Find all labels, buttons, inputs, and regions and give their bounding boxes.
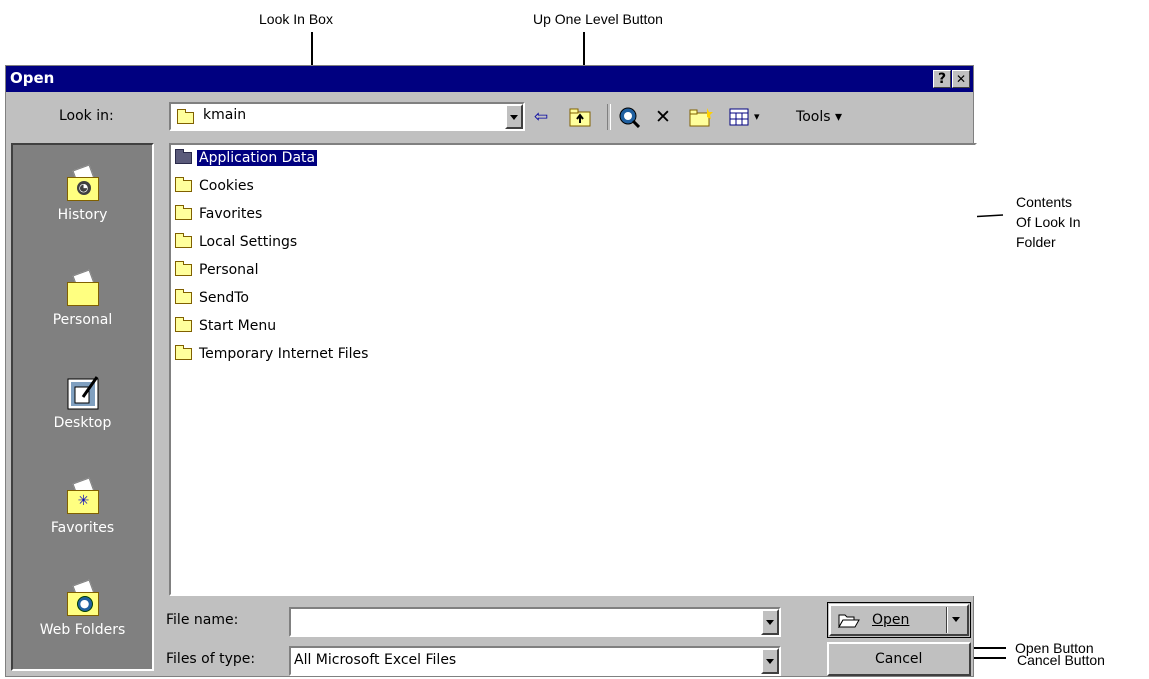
history-icon: ◔ [65,164,101,201]
title-bar[interactable]: Open ? ✕ [6,66,973,92]
open-button[interactable]: Open [827,602,971,638]
cancel-button-label: Cancel [875,651,923,667]
create-new-folder-button[interactable] [688,106,714,128]
folder-icon [175,261,192,276]
folder-icon [175,345,192,360]
file-name: Application Data [195,149,319,167]
back-button[interactable]: ⇦ [530,106,552,128]
folder-icon [175,289,192,304]
open-folder-icon [838,614,860,628]
file-type-value: All Microsoft Excel Files [294,652,457,668]
place-personal-label: Personal [52,312,113,328]
file-name: SendTo [199,290,249,306]
back-arrow-icon: ⇦ [533,107,549,127]
place-history-label: History [57,207,108,223]
tools-menu-button[interactable]: Tools ▾ [787,106,851,128]
file-list[interactable]: Application Data Cookies Favorites Local… [169,143,977,596]
up-one-level-button[interactable] [568,106,592,128]
places-bar: ◔ History Personal Desktop ✳ Favorites ●… [11,143,154,671]
personal-icon [65,269,101,306]
folder-icon [177,109,194,124]
web-folders-icon: ● [65,579,101,616]
list-item[interactable]: Application Data [175,148,319,168]
close-button[interactable]: ✕ [952,70,970,88]
folder-icon [175,205,192,220]
file-name: Start Menu [199,318,277,334]
new-folder-icon [689,108,713,127]
open-dropdown-arrow-icon[interactable] [952,617,960,622]
file-type-label: Files of type: [166,651,256,667]
list-item[interactable]: Personal [175,260,261,280]
views-dropdown-arrow-icon: ▾ [753,110,760,123]
delete-button[interactable]: ✕ [651,106,675,128]
annotation-look-in-box: Look In Box [259,11,333,27]
favorites-icon: ✳ [65,477,101,514]
list-item[interactable]: SendTo [175,288,251,308]
file-name-label: File name: [166,612,239,628]
list-item[interactable]: Favorites [175,204,264,224]
annotation-contents-line3: Folder [1016,234,1056,250]
look-in-value: kmain [203,107,247,123]
file-name: Local Settings [199,234,298,250]
folder-icon [175,177,192,192]
place-desktop-label: Desktop [53,415,112,431]
annotation-contents-line2: Of Look In [1016,214,1081,230]
views-icon [729,108,749,126]
file-name: Personal [199,262,259,278]
file-name-dropdown-button[interactable] [761,609,779,635]
list-item[interactable]: Start Menu [175,316,278,336]
place-desktop[interactable]: Desktop [13,375,152,431]
open-dialog: Open ? ✕ Look in: kmain ⇦ ✕ ▾ Tools ▾ ◔ … [5,65,977,677]
search-web-icon [619,107,641,129]
dialog-title: Open [10,69,55,87]
place-favorites[interactable]: ✳ Favorites [13,477,152,536]
views-button[interactable]: ▾ [722,106,766,128]
look-in-dropdown-button[interactable] [505,104,523,129]
file-type-select[interactable]: All Microsoft Excel Files [289,646,781,676]
help-button[interactable]: ? [933,70,951,88]
list-item[interactable]: Local Settings [175,232,299,252]
open-button-label: Open [872,612,910,628]
search-web-button[interactable] [616,106,642,129]
file-name-field[interactable] [289,607,781,637]
look-in-combo[interactable]: kmain [169,102,525,131]
toolbar-separator [607,104,611,130]
place-personal[interactable]: Personal [13,269,152,328]
up-folder-icon [569,108,591,127]
look-in-label: Look in: [59,108,114,124]
folder-icon [175,233,192,248]
annotation-contents-line1: Contents [1016,194,1073,210]
list-item[interactable]: Cookies [175,176,256,196]
file-type-dropdown-button[interactable] [761,648,779,674]
place-web-folders[interactable]: ● Web Folders [13,579,152,638]
file-name: Temporary Internet Files [199,346,369,362]
open-dropdown-separator [946,607,948,633]
cancel-button[interactable]: Cancel [827,642,971,676]
annotation-cancel-button: Cancel Button [1017,652,1105,668]
folder-icon [175,149,192,164]
file-name: Cookies [199,178,254,194]
place-web-folders-label: Web Folders [39,622,126,638]
list-item[interactable]: Temporary Internet Files [175,344,370,364]
place-history[interactable]: ◔ History [13,164,152,223]
tools-menu-label: Tools ▾ [796,109,842,125]
desktop-icon [65,375,101,410]
folder-icon [175,317,192,332]
annotation-up-one-level: Up One Level Button [533,11,663,27]
file-name: Favorites [199,206,263,222]
place-favorites-label: Favorites [50,520,115,536]
delete-icon: ✕ [655,106,671,128]
